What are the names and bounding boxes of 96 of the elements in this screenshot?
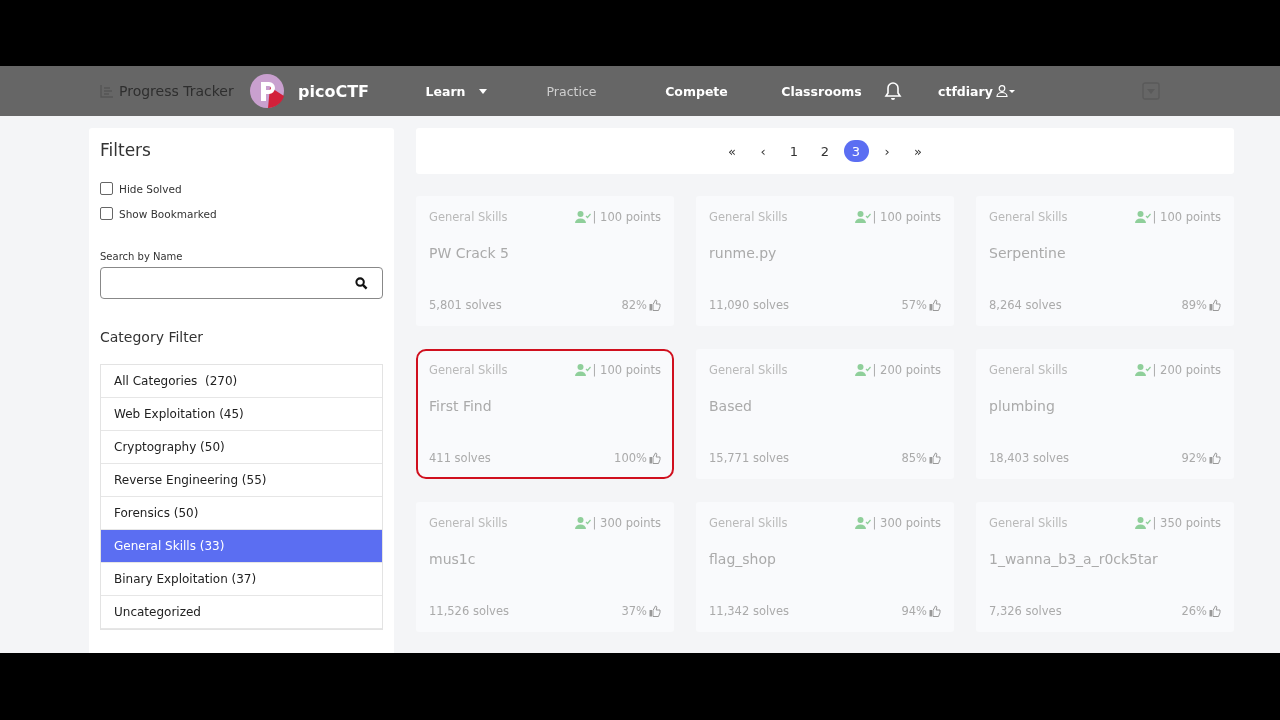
challenge-points: | 350 points	[1152, 516, 1221, 530]
user-check-icon	[574, 364, 591, 376]
solve-count: 11,090 solves	[709, 298, 789, 312]
page-link[interactable]: »	[905, 140, 931, 162]
challenge-points: | 200 points	[872, 363, 941, 377]
like-rating: 89%	[1181, 298, 1207, 312]
caret-icon[interactable]	[479, 88, 488, 94]
challenge-points: | 100 points	[592, 363, 661, 377]
like-rating: 85%	[901, 451, 927, 465]
search-field[interactable]	[100, 267, 383, 299]
like-rating: 57%	[901, 298, 927, 312]
nav-link[interactable]: Compete	[634, 83, 759, 99]
category-item[interactable]: Reverse Engineering (55)	[101, 464, 382, 497]
user-check-icon	[854, 211, 871, 223]
like-rating: 94%	[901, 604, 927, 618]
challenge-category: General Skills	[429, 516, 508, 530]
category-item[interactable]: Binary Exploitation (37)	[101, 563, 382, 596]
user-check-icon	[574, 517, 591, 529]
thumbs-up-icon	[649, 605, 661, 617]
like-rating: 26%	[1181, 604, 1207, 618]
challenge-name: Serpentine	[989, 245, 1067, 261]
challenge-category: General Skills	[429, 363, 508, 377]
solve-count: 5,801 solves	[429, 298, 502, 312]
thumbs-up-icon	[929, 605, 941, 617]
logo-icon[interactable]	[250, 74, 284, 108]
thumbs-up-icon	[1209, 299, 1221, 311]
field-label: Search by Name	[100, 251, 184, 262]
category-item[interactable]: All Categories (270)	[101, 365, 382, 398]
section-title: Category Filter	[100, 329, 205, 345]
challenge-name: runme.py	[709, 245, 778, 261]
category-item[interactable]: Uncategorized	[101, 596, 382, 629]
search-icon[interactable]	[355, 276, 368, 290]
solve-count: 8,264 solves	[989, 298, 1062, 312]
user-menu[interactable]: ctfdiary	[938, 83, 1016, 99]
checkbox-label: Show Bookmarked	[119, 207, 217, 220]
thumbs-up-icon	[1209, 605, 1221, 617]
user-check-icon	[1134, 364, 1151, 376]
solve-count: 15,771 solves	[709, 451, 789, 465]
challenge-points: | 100 points	[1152, 210, 1221, 224]
page-link[interactable]: 3	[843, 140, 869, 162]
challenge-points: | 200 points	[1152, 363, 1221, 377]
challenge-name: Based	[709, 398, 753, 414]
page-link[interactable]: 2	[812, 140, 838, 162]
solve-count: 411 solves	[429, 451, 491, 465]
challenge-points: | 300 points	[872, 516, 941, 530]
challenge-name: flag_shop	[709, 551, 777, 567]
challenge-category: General Skills	[429, 210, 508, 224]
user-check-icon	[854, 517, 871, 529]
solve-count: 7,326 solves	[989, 604, 1062, 618]
thumbs-up-icon	[649, 452, 661, 464]
thumbs-up-icon	[649, 299, 661, 311]
challenge-name: plumbing	[989, 398, 1056, 414]
page-link[interactable]: «	[719, 140, 745, 162]
thumbs-up-icon	[929, 299, 941, 311]
panel-title: Filters	[100, 140, 152, 160]
solve-count: 11,526 solves	[429, 604, 509, 618]
nav-link[interactable]: Classrooms	[759, 83, 884, 99]
category-item[interactable]: Cryptography (50)	[101, 431, 382, 464]
challenge-name: mus1c	[429, 551, 477, 567]
thumbs-up-icon	[1209, 452, 1221, 464]
challenge-category: General Skills	[709, 516, 788, 530]
challenge-points: | 300 points	[592, 516, 661, 530]
user-icon[interactable]	[995, 85, 1016, 97]
user-check-icon	[1134, 517, 1151, 529]
challenge-points: | 100 points	[592, 210, 661, 224]
challenge-category: General Skills	[989, 210, 1068, 224]
checkbox[interactable]	[100, 182, 113, 195]
brand-name[interactable]: picoCTF	[298, 81, 388, 101]
solve-count: 11,342 solves	[709, 604, 789, 618]
challenge-name: First Find	[429, 398, 493, 414]
challenge-points: | 100 points	[872, 210, 941, 224]
challenge-category: General Skills	[989, 516, 1068, 530]
page-link[interactable]: 1	[781, 140, 807, 162]
like-rating: 82%	[621, 298, 647, 312]
challenge-category: General Skills	[709, 210, 788, 224]
nav-link[interactable]: Practice	[509, 83, 634, 99]
like-rating: 37%	[621, 604, 647, 618]
challenge-name: PW Crack 5	[429, 245, 510, 261]
user-check-icon	[1134, 211, 1151, 223]
nav-link[interactable]: Learn	[404, 83, 509, 99]
category-item[interactable]: Web Exploitation (45)	[101, 398, 382, 431]
like-rating: 100%	[614, 451, 647, 465]
challenge-category: General Skills	[989, 363, 1068, 377]
page-link[interactable]: ›	[874, 140, 900, 162]
challenge-name: 1_wanna_b3_a_r0ck5tar	[989, 551, 1159, 567]
challenge-category: General Skills	[709, 363, 788, 377]
like-rating: 92%	[1181, 451, 1207, 465]
user-check-icon	[854, 364, 871, 376]
page-link[interactable]: ‹	[750, 140, 776, 162]
solve-count: 18,403 solves	[989, 451, 1069, 465]
user-check-icon	[574, 211, 591, 223]
category-item[interactable]: General Skills (33)	[101, 530, 382, 563]
checkbox[interactable]	[100, 207, 113, 220]
thumbs-up-icon	[929, 452, 941, 464]
bell-icon[interactable]	[884, 81, 902, 101]
checkbox-label: Hide Solved	[119, 182, 182, 195]
